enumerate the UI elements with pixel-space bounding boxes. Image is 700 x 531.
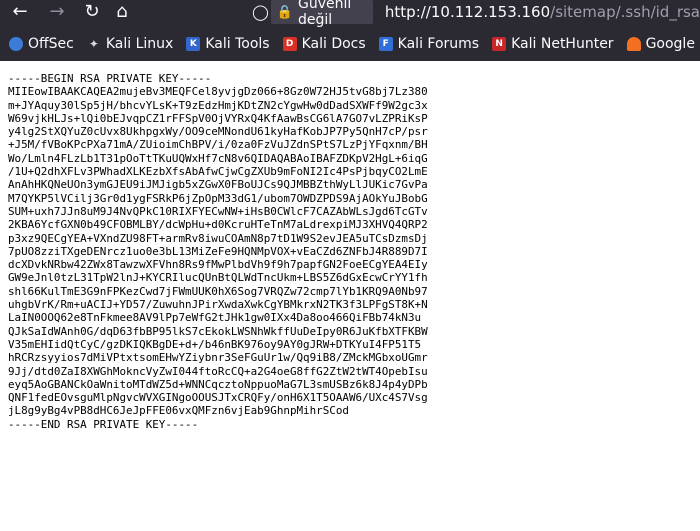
key-line: +J5M/fVBoKPcPXa71mA/ZUioimChBPV/i/0za0Fz… <box>8 138 428 152</box>
key-line: Wo/Lmln4FLzLb1T31pOoTtTKuUQWxHf7cN8v6QID… <box>8 151 428 165</box>
bookmark-kali-nethunter[interactable]: N Kali NetHunter <box>492 36 614 52</box>
key-line: jL8g9yBg4vPB8dHC6JeJpFFE06vxQMFzn6vjEab9… <box>8 404 349 418</box>
key-line: V35mEHIidQtCyC/gzDKIQKBgDE+d+/b46nBK976o… <box>8 337 422 351</box>
bookmark-offsec[interactable]: OffSec <box>9 36 74 52</box>
key-line: hRCRzsyyios7dMiVPtxtsomEHwYZiybnr3SeFGuU… <box>8 351 428 365</box>
key-line: W69vjkHLJs+lQi0bEJvqpCZ1rFFSpV0OjVYRxQ4K… <box>8 111 428 125</box>
key-line: QNF1fedEOvsguMlpNgvcWVXGINgoOOUSJTxCRQFy… <box>8 391 428 405</box>
bookmark-label: Google Hacking DB <box>645 36 700 52</box>
address-bar[interactable]: ◯ 🔒 Güvenli değil http://10.112.153.160/… <box>248 0 700 28</box>
page-content: -----BEGIN RSA PRIVATE KEY----- MIIEowIB… <box>0 61 700 431</box>
forward-arrow-icon[interactable]: → <box>45 0 69 24</box>
key-line: MIIEowIBAAKCAQEA2mujeBv3MEQFCel8yvjgDz06… <box>8 85 428 99</box>
key-line: 2KBA6YcfGXN0b49CFOBMLBY/dcWpHu+d0KcruHTe… <box>8 218 428 232</box>
kali-forums-icon: F <box>378 37 393 51</box>
key-line: -----END RSA PRIVATE KEY----- <box>8 417 199 431</box>
kali-nethunter-icon: N <box>492 37 507 51</box>
bookmark-label: OffSec <box>28 36 74 52</box>
bookmark-kali-linux[interactable]: ✦ Kali Linux <box>87 36 174 52</box>
bookmark-label: Kali Linux <box>105 36 174 52</box>
navigation-toolbar: ← → ↻ ⌂ ◯ 🔒 Güvenli değil http://10.112.… <box>0 0 700 28</box>
bookmark-kali-docs[interactable]: D Kali Docs <box>282 36 366 52</box>
bookmark-kali-forums[interactable]: F Kali Forums <box>378 36 480 52</box>
key-line: 7pUO8zziTXgeDENrcz1uo0e3bL13MiZeFe9HQNMp… <box>8 244 428 258</box>
key-line: m+JYAquy30lSp5jH/bhcvYLsK+T9zEdzHmjKDtZN… <box>8 98 428 112</box>
url-host: http://10.112.153.160 <box>384 3 551 21</box>
key-line: uhgbVrK/Rm+uACIJ+YD57/ZuwuhnJPirXwdaXwkC… <box>8 298 428 312</box>
security-label: Güvenli değil <box>297 0 352 28</box>
offsec-icon <box>9 37 23 51</box>
browser-chrome: ← → ↻ ⌂ ◯ 🔒 Güvenli değil http://10.112.… <box>0 0 700 61</box>
back-arrow-icon[interactable]: ← <box>8 0 32 24</box>
reload-icon[interactable]: ↻ <box>80 0 104 24</box>
bookmark-kali-tools[interactable]: K Kali Tools <box>186 36 270 52</box>
broken-lock-icon: 🔒 <box>276 4 293 20</box>
url-text[interactable]: http://10.112.153.160/sitemap/.ssh/id_rs… <box>385 3 700 21</box>
shield-icon[interactable]: ◯ <box>252 3 269 21</box>
security-indicator[interactable]: 🔒 Güvenli değil <box>270 0 373 28</box>
key-line: p3xz9QECgYEA+VXndZU98FT+armRv8iwuCOAmN8p… <box>8 231 428 245</box>
bookmarks-toolbar: OffSec ✦ Kali Linux K Kali Tools D Kali Doc… <box>0 33 700 55</box>
key-line: -----BEGIN RSA PRIVATE KEY----- <box>8 72 212 85</box>
key-line: dcXDvkNRbw42ZWx8TawzwXFVhn8Rs9fMwPlbdVh9… <box>8 258 428 272</box>
kali-dragon-icon: ✦ <box>88 37 99 51</box>
ghdb-icon <box>626 37 641 51</box>
key-line: shl66KulTmE3G9nFPKezCwd7jFWmUUK0hX6Sog7V… <box>8 284 428 298</box>
kali-docs-icon: D <box>282 37 297 51</box>
key-line: QJkSaIdWAnh0G/dqD63fbBP95lkS7cEkokLWSNhW… <box>8 324 428 338</box>
bookmark-label: Kali Forums <box>397 36 480 52</box>
key-line: 9Jj/dtd0ZaI8XWGhMokncVyZwI044ftoRcCQ+a2G… <box>8 364 428 378</box>
key-line: /1U+Q2dhXFLv3PWhadXLKEzbXfsAbAfwCjwCgZXU… <box>8 165 428 179</box>
rsa-private-key-text: -----BEGIN RSA PRIVATE KEY----- MIIEowIB… <box>8 72 700 431</box>
bookmark-google-hacking-db[interactable]: Google Hacking DB <box>626 36 700 52</box>
key-line: SUM+uxh7JJn8uM9J4NvQPkC10RIXFYECwNW+iHsB… <box>8 204 428 218</box>
bookmark-label: Kali Docs <box>301 36 366 52</box>
key-line: y4lg2StXQYuZ0cUvx8UkhpgxWy/OO9ceMNondU61… <box>8 125 428 139</box>
url-path: /sitemap/.ssh/id_rsa <box>550 3 700 21</box>
bookmark-label: Kali NetHunter <box>511 36 614 52</box>
key-line: LaIN0OOQ62e8TnFkmee8AV9lPp7eWfG2tJHk1gw0… <box>8 311 422 325</box>
key-line: eyq5AoGBANCkOaWnitoMTdWZ5d+WNNCqcztoNppu… <box>8 377 428 391</box>
key-line: AnAhHKQNeUOn3ymGJEU9iJMJigb5xZGwX0FBoUJC… <box>8 178 428 192</box>
bookmark-label: Kali Tools <box>205 36 270 52</box>
key-line: GW9eJnl0tzL31TpW2lnJ+KYCRIlucQUnBtQLWdTn… <box>8 271 428 285</box>
home-icon[interactable]: ⌂ <box>110 0 134 24</box>
key-line: M7QYKP5lVCilj3Gr0d1ygFSRkP6jZpOpM33dG1/u… <box>8 191 428 205</box>
kali-tools-icon: K <box>186 37 201 51</box>
